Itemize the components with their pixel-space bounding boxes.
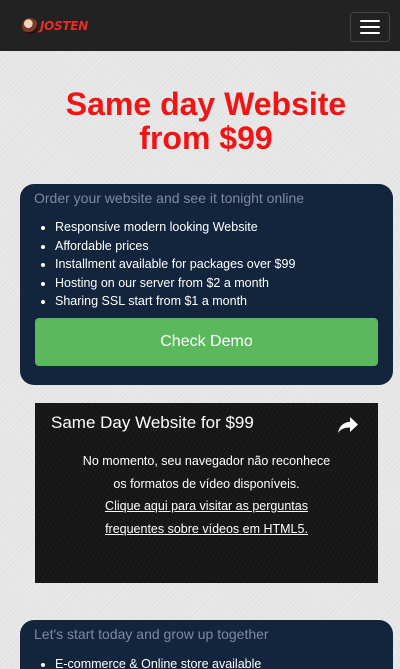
feature-item: Installment available for packages over … bbox=[55, 255, 295, 274]
share-arrow-icon[interactable] bbox=[337, 416, 359, 434]
top-navbar: JOSTEN bbox=[0, 0, 400, 51]
brand-logo[interactable]: JOSTEN bbox=[22, 17, 88, 34]
video-unsupported-message: No momento, seu navegador não reconhece … bbox=[35, 450, 378, 540]
offer-panel: Order your website and see it tonight on… bbox=[20, 184, 393, 385]
feature-item: Sharing SSL start from $1 a month bbox=[55, 292, 295, 311]
offer-subtitle: Order your website and see it tonight on… bbox=[34, 190, 305, 206]
hamburger-menu-icon bbox=[360, 20, 380, 22]
video-player[interactable]: Same Day Website for $99 No momento, seu… bbox=[35, 403, 378, 583]
offer-feature-list: Responsive modern looking Website Afford… bbox=[55, 218, 295, 311]
headline-line-2: from $99 bbox=[139, 120, 273, 156]
check-demo-button[interactable]: Check Demo bbox=[35, 318, 378, 366]
video-faq-link-line-2[interactable]: frequentes sobre vídeos em HTML5. bbox=[105, 522, 308, 536]
page-headline: Same day Website from $99 bbox=[0, 87, 400, 155]
feature-item: Affordable prices bbox=[55, 237, 295, 256]
feature-item: Hosting on our server from $2 a month bbox=[55, 274, 295, 293]
video-message-line-1: No momento, seu navegador não reconhece bbox=[82, 454, 331, 468]
headline-line-1: Same day Website bbox=[65, 86, 347, 122]
hamburger-menu-button[interactable] bbox=[350, 12, 390, 42]
growth-panel: Let's start today and grow up together E… bbox=[20, 620, 393, 669]
video-title: Same Day Website for $99 bbox=[51, 413, 254, 432]
logo-face-icon bbox=[22, 17, 38, 34]
logo-text: JOSTEN bbox=[40, 18, 88, 33]
growth-feature-list: E-commerce & Online store available bbox=[55, 655, 261, 669]
video-faq-link-line-1[interactable]: Clique aqui para visitar as perguntas bbox=[105, 499, 308, 513]
growth-subtitle: Let's start today and grow up together bbox=[34, 626, 269, 642]
feature-item: Responsive modern looking Website bbox=[55, 218, 295, 237]
video-message-line-2: os formatos de vídeo disponíveis. bbox=[113, 476, 300, 491]
feature-item: E-commerce & Online store available bbox=[55, 655, 261, 669]
